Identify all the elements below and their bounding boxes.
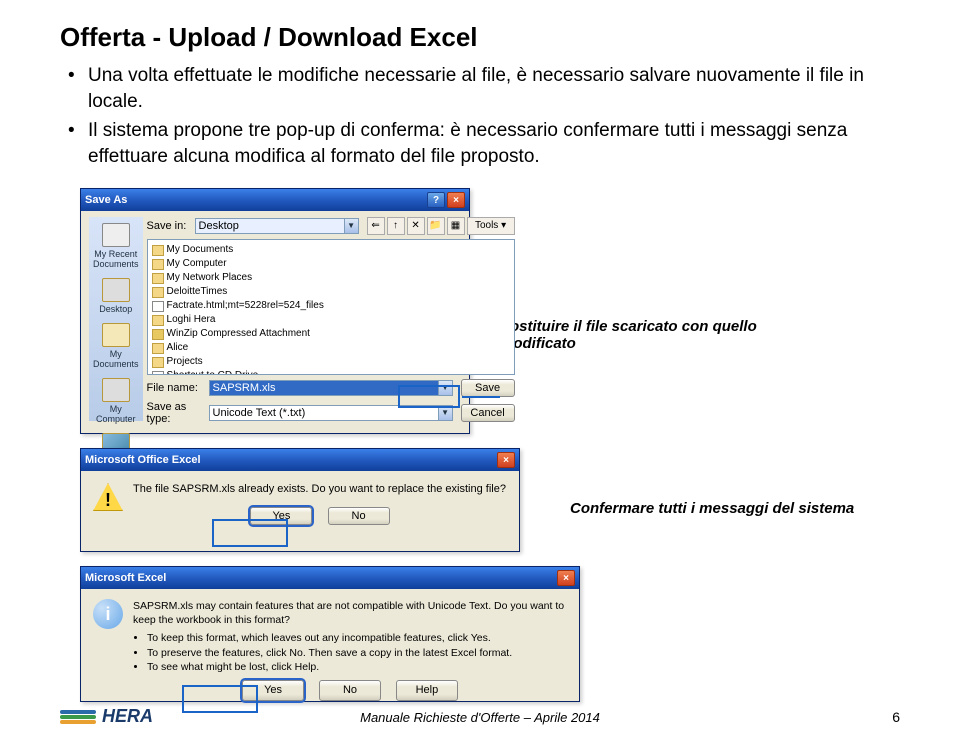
type-dropdown[interactable]: Unicode Text (*.txt) ▼ bbox=[209, 405, 453, 421]
save-as-title: Save As bbox=[85, 194, 127, 206]
help-icon[interactable]: ? bbox=[427, 192, 445, 208]
delete-icon[interactable]: ✕ bbox=[407, 217, 425, 235]
logo-text: HERA bbox=[102, 706, 153, 727]
newfolder-icon[interactable]: 📁 bbox=[427, 217, 445, 235]
list-item[interactable]: My Documents bbox=[152, 243, 510, 257]
list-item[interactable]: My Computer bbox=[152, 257, 510, 271]
list-item[interactable]: Alice bbox=[152, 341, 510, 355]
replace-file-dialog: Microsoft Office Excel × ! The file SAPS… bbox=[80, 448, 520, 552]
filename-input[interactable]: SAPSRM.xls ▼ bbox=[209, 380, 453, 396]
chevron-down-icon[interactable]: ▼ bbox=[345, 218, 359, 234]
type-label: Save as type: bbox=[147, 401, 205, 425]
dlg3-li1: To keep this format, which leaves out an… bbox=[147, 631, 567, 645]
dlg3-li3: To see what might be lost, click Help. bbox=[147, 660, 567, 674]
close-icon[interactable]: × bbox=[557, 570, 575, 586]
logo: HERA bbox=[60, 706, 153, 727]
logo-icon bbox=[60, 710, 96, 724]
page-number: 6 bbox=[892, 709, 900, 725]
bullet-2: Il sistema propone tre pop-up di conferm… bbox=[64, 118, 900, 169]
dlg2-title: Microsoft Office Excel bbox=[85, 454, 201, 466]
list-item[interactable]: Projects bbox=[152, 355, 510, 369]
place-mydocs[interactable]: My Documents bbox=[93, 323, 139, 369]
list-item[interactable]: My Network Places bbox=[152, 271, 510, 285]
dlg3-message: SAPSRM.xls may contain features that are… bbox=[133, 599, 567, 627]
list-item[interactable]: DeloitteTimes bbox=[152, 285, 510, 299]
save-as-titlebar[interactable]: Save As ? × bbox=[81, 189, 469, 211]
place-recent[interactable]: My Recent Documents bbox=[93, 223, 139, 269]
list-item[interactable]: Factrate.html;mt=5228rel=524_files bbox=[152, 299, 510, 313]
filename-value: SAPSRM.xls bbox=[209, 380, 439, 396]
list-item[interactable]: Loghi Hera bbox=[152, 313, 510, 327]
save-as-dialog: Save As ? × My Recent Documents Desktop … bbox=[80, 188, 470, 434]
back-icon[interactable]: ⇐ bbox=[367, 217, 385, 235]
cancel-button[interactable]: Cancel bbox=[461, 404, 515, 422]
dlg2-message: The file SAPSRM.xls already exists. Do y… bbox=[133, 483, 507, 495]
callout-replace-file: Sostituire il file scaricato con quello … bbox=[500, 318, 760, 352]
filename-label: File name: bbox=[147, 382, 205, 394]
tools-dropdown[interactable]: Tools ▾ bbox=[467, 217, 515, 235]
no-button[interactable]: No bbox=[328, 507, 390, 525]
close-icon[interactable]: × bbox=[497, 452, 515, 468]
chevron-down-icon[interactable]: ▼ bbox=[439, 380, 453, 396]
arrow-line bbox=[462, 396, 500, 398]
help-button[interactable]: Help bbox=[396, 680, 458, 701]
save-button[interactable]: Save bbox=[461, 379, 515, 397]
no-button[interactable]: No bbox=[319, 680, 381, 701]
dlg2-titlebar[interactable]: Microsoft Office Excel × bbox=[81, 449, 519, 471]
page-title: Offerta - Upload / Download Excel bbox=[60, 22, 900, 53]
info-icon: i bbox=[93, 599, 123, 629]
close-icon[interactable]: × bbox=[447, 192, 465, 208]
bullet-1: Una volta effettuate le modifiche necess… bbox=[64, 63, 900, 114]
dlg3-titlebar[interactable]: Microsoft Excel × bbox=[81, 567, 579, 589]
chevron-down-icon[interactable]: ▼ bbox=[439, 405, 453, 421]
file-list[interactable]: My Documents My Computer My Network Plac… bbox=[147, 239, 515, 375]
savein-value: Desktop bbox=[195, 218, 345, 234]
views-icon[interactable]: ▦ bbox=[447, 217, 465, 235]
yes-button[interactable]: Yes bbox=[250, 507, 312, 525]
up-icon[interactable]: ↑ bbox=[387, 217, 405, 235]
dlg3-li2: To preserve the features, click No. Then… bbox=[147, 646, 567, 660]
type-value: Unicode Text (*.txt) bbox=[209, 405, 439, 421]
format-warning-dialog: Microsoft Excel × i SAPSRM.xls may conta… bbox=[80, 566, 580, 702]
savein-dropdown[interactable]: Desktop ▼ bbox=[195, 218, 359, 234]
places-bar: My Recent Documents Desktop My Documents… bbox=[89, 217, 143, 421]
place-desktop[interactable]: Desktop bbox=[93, 278, 139, 314]
list-item[interactable]: WinZip Compressed Attachment bbox=[152, 327, 510, 341]
bullet-list: Una volta effettuate le modifiche necess… bbox=[60, 63, 900, 170]
place-mycomp[interactable]: My Computer bbox=[93, 378, 139, 424]
callout-confirm-all: Confermare tutti i messaggi del sistema bbox=[570, 500, 890, 517]
yes-button[interactable]: Yes bbox=[242, 680, 304, 701]
savein-label: Save in: bbox=[147, 220, 191, 232]
dlg3-title: Microsoft Excel bbox=[85, 572, 166, 584]
warning-icon: ! bbox=[93, 483, 123, 511]
list-item[interactable]: Shortcut to CD Drive bbox=[152, 369, 510, 375]
